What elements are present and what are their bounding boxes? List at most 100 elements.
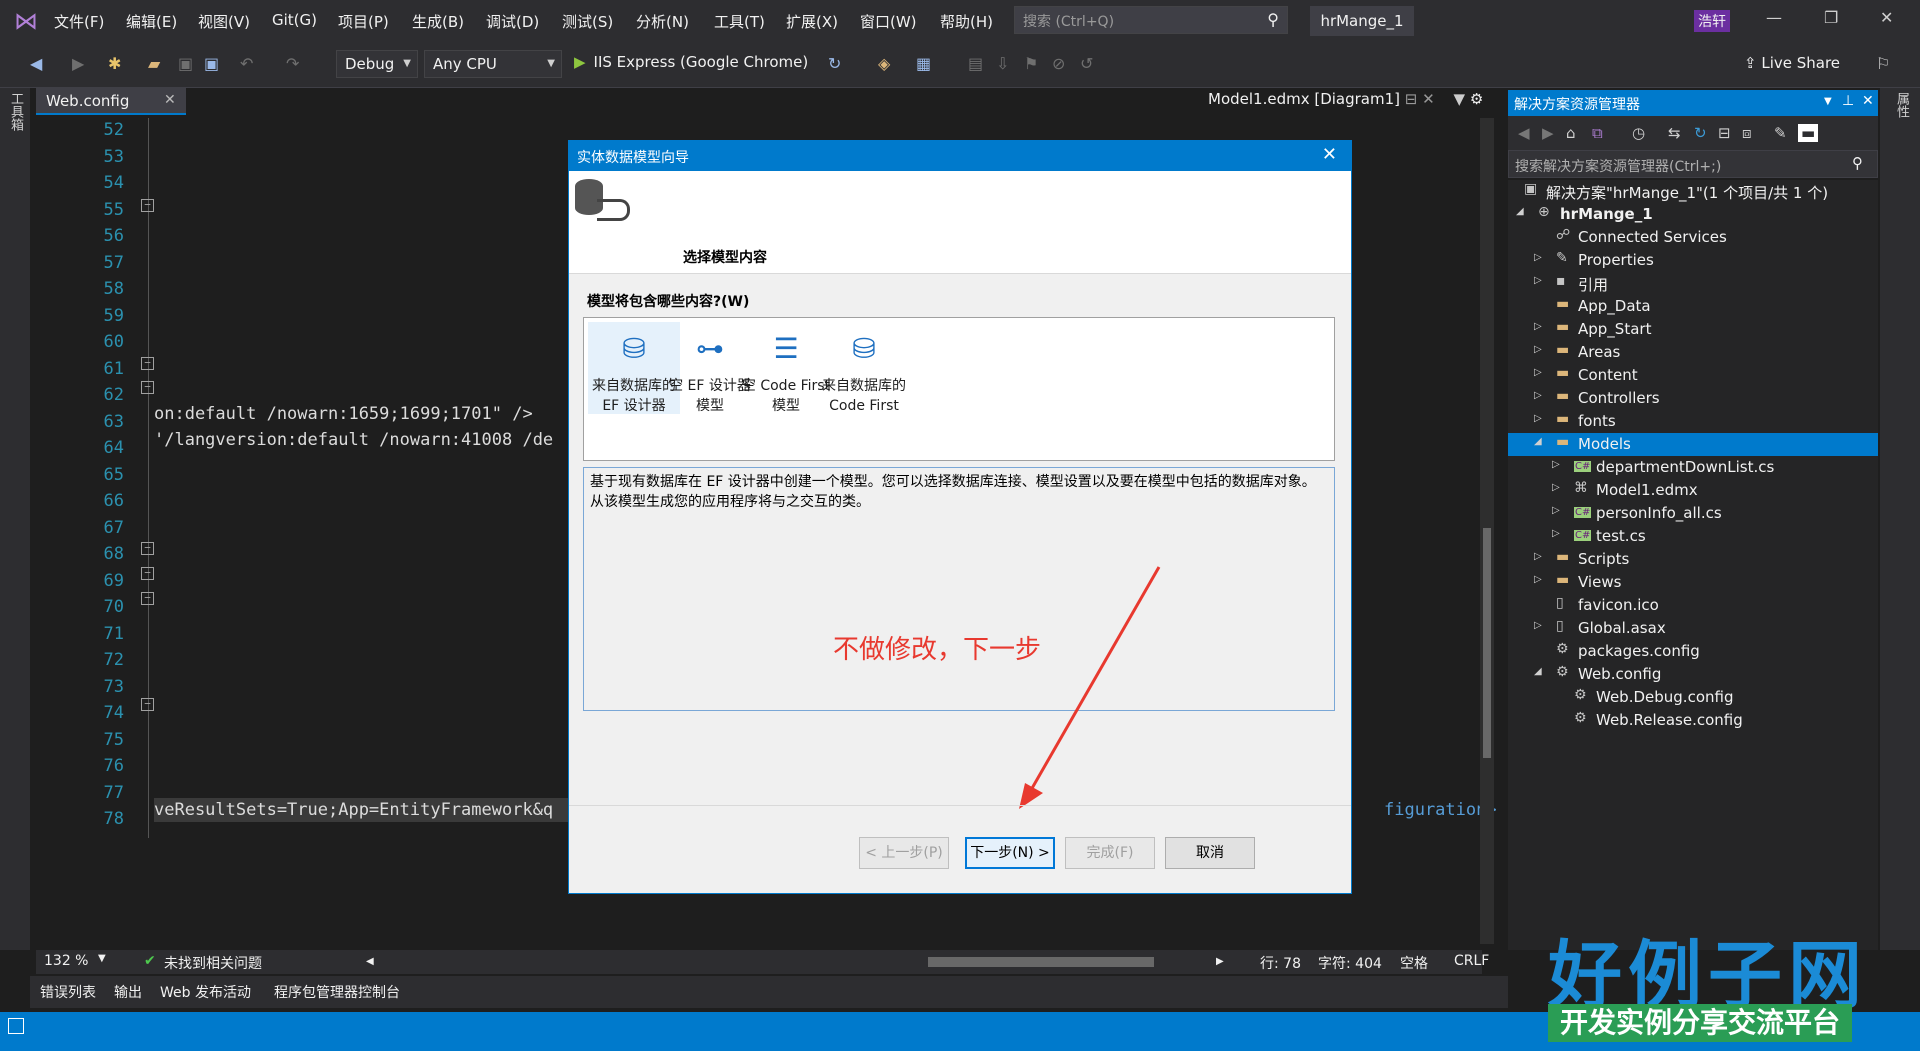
tree-item[interactable]: ▷ ▯ Global.asax	[1508, 617, 1878, 640]
close-icon[interactable]: ✕	[1322, 144, 1337, 165]
run-button[interactable]: ▶ IIS Express (Google Chrome)	[574, 53, 808, 71]
menu-edit[interactable]: 编辑(E)	[126, 11, 177, 32]
collapsed-chevron-icon[interactable]: ▷	[1534, 574, 1542, 585]
tree-item[interactable]: ▷ C# departmentDownList.cs	[1508, 456, 1878, 479]
step-icon[interactable]: ⇩	[996, 54, 1009, 73]
save-icon[interactable]: ▣	[178, 54, 193, 73]
solution-search-input[interactable]: 搜索解决方案资源管理器(Ctrl+;) ⚲	[1508, 150, 1878, 178]
back-icon[interactable]: ◀	[1518, 124, 1530, 142]
tree-item[interactable]: ▷ C# personInfo_all.cs	[1508, 502, 1878, 525]
menu-analyze[interactable]: 分析(N)	[636, 11, 689, 32]
collapsed-chevron-icon[interactable]: ▷	[1552, 528, 1560, 539]
navigate-back-icon[interactable]: ↺	[1080, 54, 1093, 73]
expanded-chevron-icon[interactable]: ◢	[1516, 206, 1524, 217]
line-ending-indicator[interactable]: CRLF	[1454, 953, 1489, 969]
tree-item[interactable]: ▷ ✎ Properties	[1508, 249, 1878, 272]
tree-item[interactable]: ▣ 解决方案"hrMange_1"(1 个项目/共 1 个)	[1508, 180, 1878, 203]
sync-icon[interactable]: ⇆	[1668, 124, 1681, 142]
open-folder-icon[interactable]: ▰	[148, 54, 160, 73]
tab-list-chevron-icon[interactable]: ▼	[1454, 90, 1466, 108]
redo-icon[interactable]: ↷	[286, 54, 299, 73]
home-icon[interactable]: ⌂	[1566, 124, 1576, 142]
tab-web-config[interactable]: Web.config ✕	[36, 88, 186, 115]
menu-git[interactable]: Git(G)	[272, 11, 317, 29]
tree-item[interactable]: ▷ ▬ Scripts	[1508, 548, 1878, 571]
tree-item[interactable]: ▯ favicon.ico	[1508, 594, 1878, 617]
fold-toggle-icon[interactable]: −	[141, 592, 154, 605]
tree-item[interactable]: ⚙ Web.Debug.config	[1508, 686, 1878, 709]
global-search-input[interactable]: 搜索 (Ctrl+Q) ⚲	[1014, 6, 1288, 34]
platform-select[interactable]: Any CPU ▼	[424, 50, 562, 78]
issues-status[interactable]: 未找到相关问题	[164, 953, 262, 973]
menu-help[interactable]: 帮助(H)	[940, 11, 993, 32]
model-type-list[interactable]: ⛁ 来自数据库的 EF 设计器 ⊶ 空 EF 设计器 模型 ☰ 空 Code F…	[583, 317, 1335, 461]
refresh-icon[interactable]: ↻	[1694, 124, 1707, 142]
tree-item[interactable]: ⚙ packages.config	[1508, 640, 1878, 663]
save-all-icon[interactable]: ▣	[204, 54, 219, 73]
bookmark-icon[interactable]: ⚑	[1024, 54, 1038, 73]
close-tab-icon[interactable]: ✕	[1422, 90, 1435, 108]
expanded-chevron-icon[interactable]: ◢	[1534, 436, 1542, 447]
fold-toggle-icon[interactable]: −	[141, 199, 154, 212]
next-button[interactable]: 下一步(N) >	[965, 837, 1055, 869]
editor-vertical-scrollbar[interactable]	[1480, 118, 1494, 944]
preview-icon[interactable]: ▬	[1798, 124, 1819, 142]
pin-icon[interactable]: ⊥	[1842, 93, 1854, 109]
tab-web-publish[interactable]: Web 发布活动	[160, 982, 251, 1002]
forward-icon[interactable]: ▶	[1542, 124, 1554, 142]
forward-icon[interactable]: ▶	[72, 54, 84, 73]
tree-item[interactable]: ▷ ▬ Views	[1508, 571, 1878, 594]
menu-view[interactable]: 视图(V)	[198, 11, 250, 32]
tree-item[interactable]: ▷ C# test.cs	[1508, 525, 1878, 548]
comment-icon[interactable]: ▤	[968, 54, 983, 73]
tree-item[interactable]: ▷ ▪ 引用	[1508, 272, 1878, 295]
menu-project[interactable]: 项目(P)	[338, 11, 389, 32]
pin-icon[interactable]: ⊟	[1405, 90, 1418, 108]
close-panel-icon[interactable]: ✕	[1862, 93, 1874, 109]
tree-item[interactable]: ▷ ▬ Controllers	[1508, 387, 1878, 410]
tree-item[interactable]: ▷ ▬ App_Start	[1508, 318, 1878, 341]
scroll-right-icon[interactable]: ▶	[1216, 956, 1224, 967]
properties-wrench-icon[interactable]: ✎	[1774, 124, 1787, 142]
previous-button[interactable]: < 上一步(P)	[859, 837, 949, 869]
collapsed-chevron-icon[interactable]: ▷	[1534, 275, 1542, 286]
menu-window[interactable]: 窗口(W)	[860, 11, 917, 32]
tree-item[interactable]: ▷ ▬ Content	[1508, 364, 1878, 387]
menu-tools[interactable]: 工具(T)	[714, 11, 765, 32]
collapsed-chevron-icon[interactable]: ▷	[1552, 459, 1560, 470]
collapsed-chevron-icon[interactable]: ▷	[1534, 390, 1542, 401]
menu-build[interactable]: 生成(B)	[412, 11, 464, 32]
restore-icon[interactable]: ❐	[1824, 8, 1838, 27]
browser-link-icon[interactable]: ◈	[878, 54, 890, 73]
back-icon[interactable]: ◀	[30, 54, 42, 73]
scroll-left-icon[interactable]: ◀	[366, 956, 374, 967]
collapsed-chevron-icon[interactable]: ▷	[1534, 413, 1542, 424]
scrollbar-thumb[interactable]	[1483, 528, 1491, 758]
tree-item[interactable]: ▷ ▬ fonts	[1508, 410, 1878, 433]
collapsed-chevron-icon[interactable]: ▷	[1552, 482, 1560, 493]
configuration-select[interactable]: Debug ▼	[336, 50, 418, 78]
fold-toggle-icon[interactable]: −	[141, 381, 154, 394]
tree-item[interactable]: ◢ ⚙ Web.config	[1508, 663, 1878, 686]
tree-item[interactable]: ☍ Connected Services	[1508, 226, 1878, 249]
tree-item[interactable]: ◢ ⊕ hrMange_1	[1508, 203, 1878, 226]
tree-item[interactable]: ▷ ⌘ Model1.edmx	[1508, 479, 1878, 502]
tree-item[interactable]: ◢ ▬ Models	[1508, 433, 1878, 456]
close-icon[interactable]: ✕	[1880, 8, 1893, 27]
show-all-files-icon[interactable]: ⧈	[1742, 124, 1752, 142]
finish-button[interactable]: 完成(F)	[1065, 837, 1155, 869]
collapsed-chevron-icon[interactable]: ▷	[1534, 620, 1542, 631]
collapsed-chevron-icon[interactable]: ▷	[1552, 505, 1560, 516]
chevron-down-icon[interactable]: ▼	[98, 953, 106, 964]
collapse-all-icon[interactable]: ⊟	[1718, 124, 1731, 142]
visual-studio-logo-icon[interactable]: ⋈	[14, 8, 40, 34]
zoom-level[interactable]: 132 %	[44, 953, 88, 969]
horizontal-scrollbar-thumb[interactable]	[928, 957, 1154, 967]
live-share-button[interactable]: ⇪ Live Share	[1744, 54, 1840, 72]
menu-debug[interactable]: 调试(D)	[486, 11, 539, 32]
fold-toggle-icon[interactable]: −	[141, 357, 154, 370]
expanded-chevron-icon[interactable]: ◢	[1534, 666, 1542, 677]
collapsed-chevron-icon[interactable]: ▷	[1534, 321, 1542, 332]
close-tab-icon[interactable]: ✕	[164, 92, 176, 108]
tree-item[interactable]: ▬ App_Data	[1508, 295, 1878, 318]
